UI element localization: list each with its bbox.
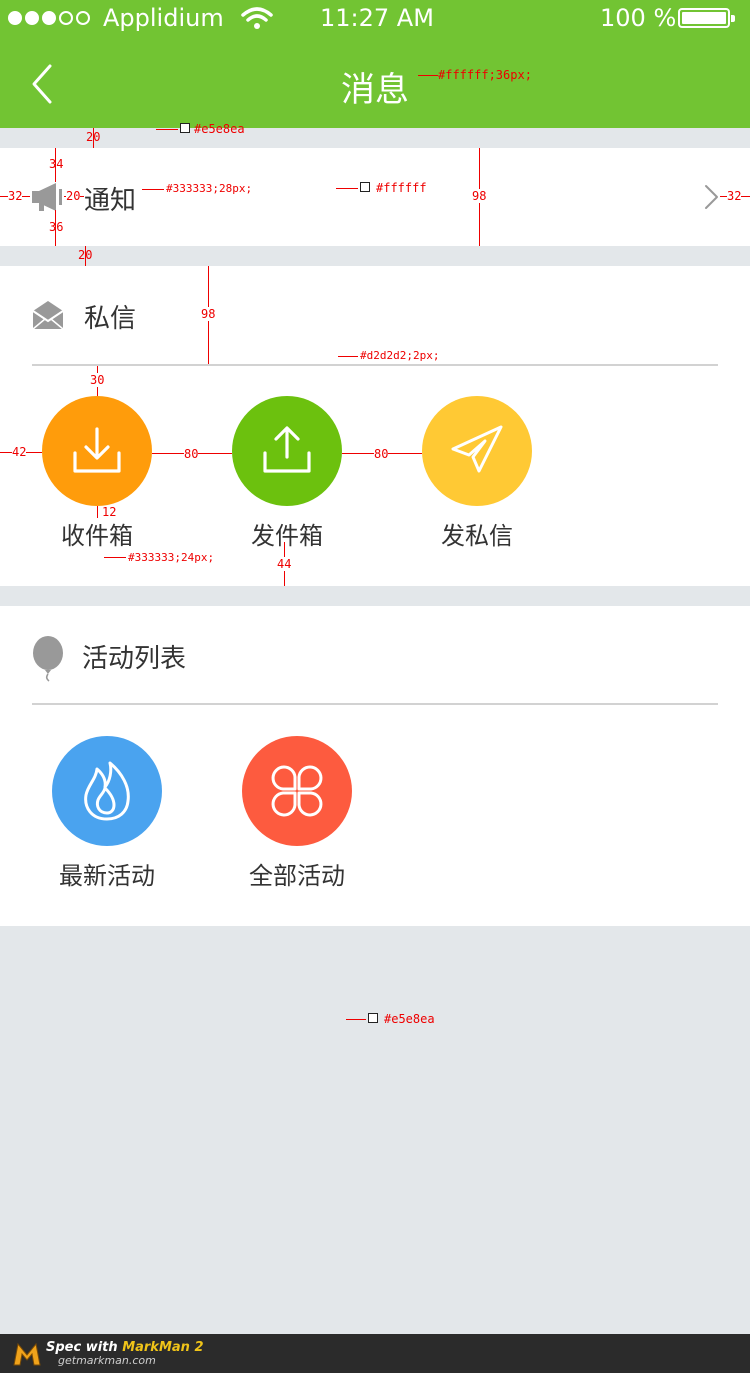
dimension-label: 36 (49, 220, 64, 234)
private-message-label: 私信 (84, 304, 137, 334)
dimension-label: 20 (78, 248, 93, 262)
activities-label: 活动列表 (82, 644, 187, 674)
footer-brand-prefix: Spec with (46, 1340, 123, 1355)
megaphone-icon (32, 183, 62, 211)
markman-logo-icon (13, 1342, 41, 1366)
outbox-button[interactable] (232, 396, 342, 506)
annotation-leader (338, 356, 358, 357)
all-activities-button[interactable] (242, 736, 352, 846)
dimension-label: 20 (66, 189, 81, 203)
annotation-leader (336, 188, 358, 189)
download-icon (73, 427, 121, 473)
dimension-label: 30 (90, 373, 105, 387)
carrier-name: Applidium (103, 4, 224, 32)
dimension-label: 80 (374, 447, 389, 461)
annotation-title-style: #ffffff;36px; (438, 68, 532, 82)
footer-url[interactable]: getmarkman.com (58, 1354, 156, 1367)
paper-plane-icon (451, 425, 503, 473)
annotation-bg-color: #e5e8ea (384, 1012, 435, 1026)
latest-activities-button[interactable] (52, 736, 162, 846)
annotation-divider-style: #d2d2d2;2px; (360, 349, 440, 362)
color-swatch (180, 123, 190, 133)
footer-brand-name: MarkMan 2 (122, 1340, 204, 1355)
annotation-label-style: #333333;28px; (166, 182, 253, 195)
wifi-icon (241, 7, 273, 29)
annotation-leader (418, 75, 438, 76)
annotation-white-color: #ffffff (376, 181, 427, 195)
color-swatch (368, 1013, 378, 1023)
annotation-leader (156, 129, 178, 130)
annotation-leader (142, 189, 164, 190)
balloon-icon (33, 636, 63, 682)
signal-strength-icon (8, 10, 93, 29)
dimension-label: 12 (102, 505, 117, 519)
page-title: 消息 (341, 70, 409, 110)
annotation-leader (104, 557, 126, 558)
dimension-line (97, 506, 98, 518)
section-divider (32, 703, 718, 705)
notification-label: 通知 (84, 186, 137, 216)
inbox-button[interactable] (42, 396, 152, 506)
send-message-button[interactable] (422, 396, 532, 506)
annotation-bg-color: #e5e8ea (194, 122, 245, 136)
flame-icon (84, 761, 130, 821)
inbox-label: 收件箱 (61, 522, 133, 550)
all-activities-label: 全部活动 (249, 862, 345, 890)
battery-icon (678, 8, 735, 28)
section-divider (32, 364, 718, 366)
clover-icon (271, 765, 323, 817)
battery-percent: 100 % (600, 4, 677, 32)
dimension-label: 42 (12, 445, 27, 459)
dimension-label: 32 (727, 189, 742, 203)
status-time: 11:27 AM (320, 4, 434, 32)
dimension-label: 34 (49, 157, 64, 171)
dimension-label: 98 (472, 189, 487, 203)
color-swatch (360, 182, 370, 192)
dimension-label: 98 (201, 307, 216, 321)
annotation-leader (346, 1019, 366, 1020)
annotation-caption-style: #333333;24px; (128, 551, 215, 564)
dimension-label: 80 (184, 447, 199, 461)
latest-activities-label: 最新活动 (59, 862, 155, 890)
upload-icon (263, 426, 311, 473)
chevron-right-icon[interactable] (704, 184, 720, 210)
outbox-label: 发件箱 (251, 522, 323, 550)
send-message-label: 发私信 (441, 522, 513, 550)
envelope-icon (32, 301, 64, 330)
dimension-label: 20 (86, 130, 101, 144)
dimension-label: 44 (277, 557, 292, 571)
markman-footer: Spec with MarkMan 2 getmarkman.com (0, 1334, 750, 1373)
dimension-label: 32 (8, 189, 23, 203)
footer-brand: Spec with MarkMan 2 (46, 1340, 204, 1355)
